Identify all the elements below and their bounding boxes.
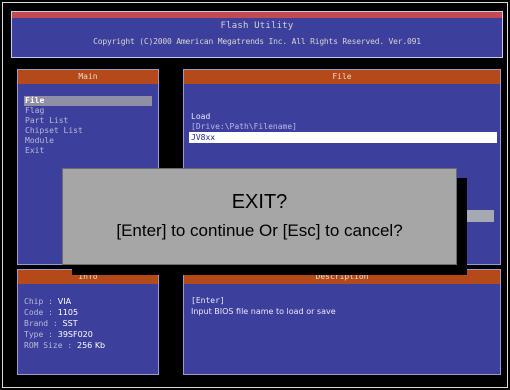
info-row-brand: Brand : SST xyxy=(24,318,105,329)
help-key: [Enter] xyxy=(191,296,225,305)
app-header: Flash Utility Copyright (C)2000 American… xyxy=(11,11,503,58)
info-row-chip: Chip : VIA xyxy=(24,296,105,307)
filename-input[interactable]: JV8xx xyxy=(189,132,497,143)
info-row-rom-size: ROM Size : 256 Kb xyxy=(24,340,105,351)
info-value: 256 Kb xyxy=(77,341,106,350)
copyright-text: Copyright (C)2000 American Megatrends In… xyxy=(93,37,421,46)
info-value: SST xyxy=(62,319,78,328)
menu-item-exit[interactable]: Exit xyxy=(24,146,152,156)
main-menu-list: File Flag Part List Chipset List Module … xyxy=(24,96,152,156)
path-hint: [Drive:\Path\Filename] xyxy=(191,122,297,131)
menu-item-file[interactable]: File xyxy=(24,96,152,106)
info-value: VIA xyxy=(57,297,72,306)
help-text: Input BIOS file name to load or save xyxy=(191,307,336,316)
header-accent-strip xyxy=(12,12,502,18)
info-row-code: Code : 1105 xyxy=(24,307,105,318)
menu-item-part-list[interactable]: Part List xyxy=(24,116,152,126)
menu-item-module[interactable]: Module xyxy=(24,136,152,146)
info-value: 1105 xyxy=(57,308,79,317)
info-value: 39SF020 xyxy=(57,330,93,339)
info-label: Brand : xyxy=(24,319,58,328)
info-row-type: Type : 39SF020 xyxy=(24,329,105,340)
description-panel: Description [Enter] Input BIOS file name… xyxy=(183,269,501,375)
info-panel: Info Chip : VIA Code : 1105 Brand : SST … xyxy=(17,269,159,375)
dialog-question: EXIT? xyxy=(231,191,288,213)
info-label: ROM Size : xyxy=(24,341,73,350)
load-label: Load xyxy=(191,112,211,121)
file-panel-title: File xyxy=(184,70,500,84)
menu-item-chipset-list[interactable]: Chipset List xyxy=(24,126,152,136)
info-rows: Chip : VIA Code : 1105 Brand : SST Type … xyxy=(24,296,105,351)
menu-item-flag[interactable]: Flag xyxy=(24,106,152,116)
info-label: Chip : xyxy=(24,297,53,306)
info-label: Type : xyxy=(24,330,53,339)
exit-confirm-dialog[interactable]: EXIT? [Enter] to continue Or [Esc] to ca… xyxy=(62,168,457,265)
dialog-message: [Enter] to continue Or [Esc] to cancel? xyxy=(116,221,403,240)
info-label: Code : xyxy=(24,308,53,317)
app-title: Flash Utility xyxy=(220,21,294,31)
main-panel-title: Main xyxy=(18,70,158,84)
